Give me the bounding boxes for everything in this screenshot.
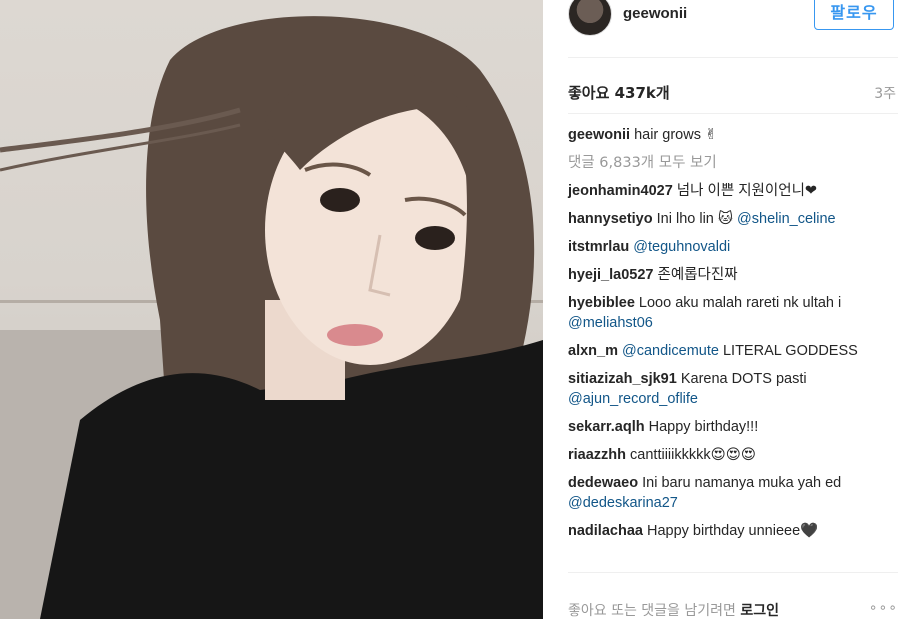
comment-mention[interactable]: @meliahst06 [568, 315, 653, 331]
comment-item: jeonhamin4027 넘나 이쁜 지원이언니❤ [568, 181, 888, 201]
comments-section: geewonii hair grows ✌ 댓글 6,833개 모두 보기 je… [543, 120, 900, 572]
comment-item: sekarr.aqlh Happy birthday!!! [568, 417, 888, 437]
follow-button[interactable]: 팔로우 [814, 0, 894, 30]
post-header: geewonii 팔로우 [568, 0, 898, 40]
comment-text: 넘나 이쁜 지원이언니❤ [676, 183, 818, 199]
comment-item: sitiazizah_sjk91 Karena DOTS pasti @ajun… [568, 369, 888, 409]
comment-username[interactable]: hannysetiyo [568, 211, 653, 227]
comment-username[interactable]: riaazzhh [568, 447, 626, 463]
login-link[interactable]: 로그인 [740, 603, 779, 619]
more-options-icon[interactable]: ∘∘∘ [869, 600, 898, 616]
comment-mention[interactable]: @candicemute [622, 343, 719, 359]
comment-item: hannysetiyo Ini lho lin 🐱 @shelin_celine [568, 209, 888, 229]
comment-username[interactable]: alxn_m [568, 343, 618, 359]
comment-username[interactable]: hyeji_la0527 [568, 267, 653, 283]
author-username[interactable]: geewonii [623, 5, 687, 22]
post-photo [0, 0, 543, 619]
divider [568, 113, 898, 114]
comment-mention[interactable]: @ajun_record_oflife [568, 391, 698, 407]
comment-text: 존예롭다진짜 [657, 267, 738, 283]
comment-item: alxn_m @candicemute LITERAL GODDESS [568, 341, 888, 361]
caption: geewonii hair grows ✌ [568, 125, 888, 145]
comment-text: Happy birthday unnieee🖤 [646, 523, 819, 539]
comment-item: nadilachaa Happy birthday unnieee🖤 [568, 521, 888, 541]
caption-username[interactable]: geewonii [568, 127, 630, 143]
comment-username[interactable]: nadilachaa [568, 523, 643, 539]
like-count[interactable]: 좋아요 437k개 [568, 82, 670, 103]
comment-text: Ini lho lin 🐱 [656, 211, 734, 227]
comment-username[interactable]: sekarr.aqlh [568, 419, 645, 435]
comment-mention[interactable]: @teguhnovaldi [633, 239, 730, 255]
caption-text: hair grows ✌ [634, 127, 718, 143]
comment-mention[interactable]: @dedeskarina27 [568, 495, 678, 511]
login-prompt-text: 좋아요 또는 댓글을 남기려면 [568, 603, 741, 619]
comment-item: itstmrlau @teguhnovaldi [568, 237, 888, 257]
divider [568, 57, 898, 58]
view-all-comments-link[interactable]: 댓글 6,833개 모두 보기 [568, 153, 888, 173]
comment-text: Happy birthday!!! [648, 419, 759, 435]
comment-item: dedewaeo Ini baru namanya muka yah ed @d… [568, 473, 888, 513]
comment-item: riaazzhh canttiiiikkkkk😍😍😍 [568, 445, 888, 465]
comment-item: hyeji_la0527 존예롭다진짜 [568, 265, 888, 285]
comment-text: Ini baru namanya muka yah ed [642, 475, 842, 491]
comment-text: LITERAL GODDESS [718, 343, 858, 359]
avatar[interactable] [568, 0, 612, 36]
comment-mention[interactable]: @shelin_celine [737, 211, 836, 227]
comment-text: Karena DOTS pasti [680, 371, 807, 387]
login-prompt: 좋아요 또는 댓글을 남기려면 로그인 ∘∘∘ [568, 600, 898, 620]
divider [568, 572, 898, 573]
comment-list: geewonii hair grows ✌ 댓글 6,833개 모두 보기 je… [568, 125, 888, 549]
comment-item: hyebiblee Looo aku malah rareti nk ultah… [568, 293, 888, 333]
comment-text: canttiiiikkkkk😍😍😍 [630, 447, 756, 463]
portrait-illustration [0, 16, 543, 619]
comment-username[interactable]: jeonhamin4027 [568, 183, 673, 199]
post-age[interactable]: 3주 [874, 83, 896, 103]
comment-username[interactable]: dedewaeo [568, 475, 638, 491]
comment-username[interactable]: itstmrlau [568, 239, 629, 255]
comment-username[interactable]: sitiazizah_sjk91 [568, 371, 677, 387]
comment-username[interactable]: hyebiblee [568, 295, 635, 311]
post-sidebar: geewonii 팔로우 좋아요 437k개 3주 geewonii hair … [543, 0, 900, 619]
comment-text: Looo aku malah rareti nk ultah i [638, 295, 842, 311]
